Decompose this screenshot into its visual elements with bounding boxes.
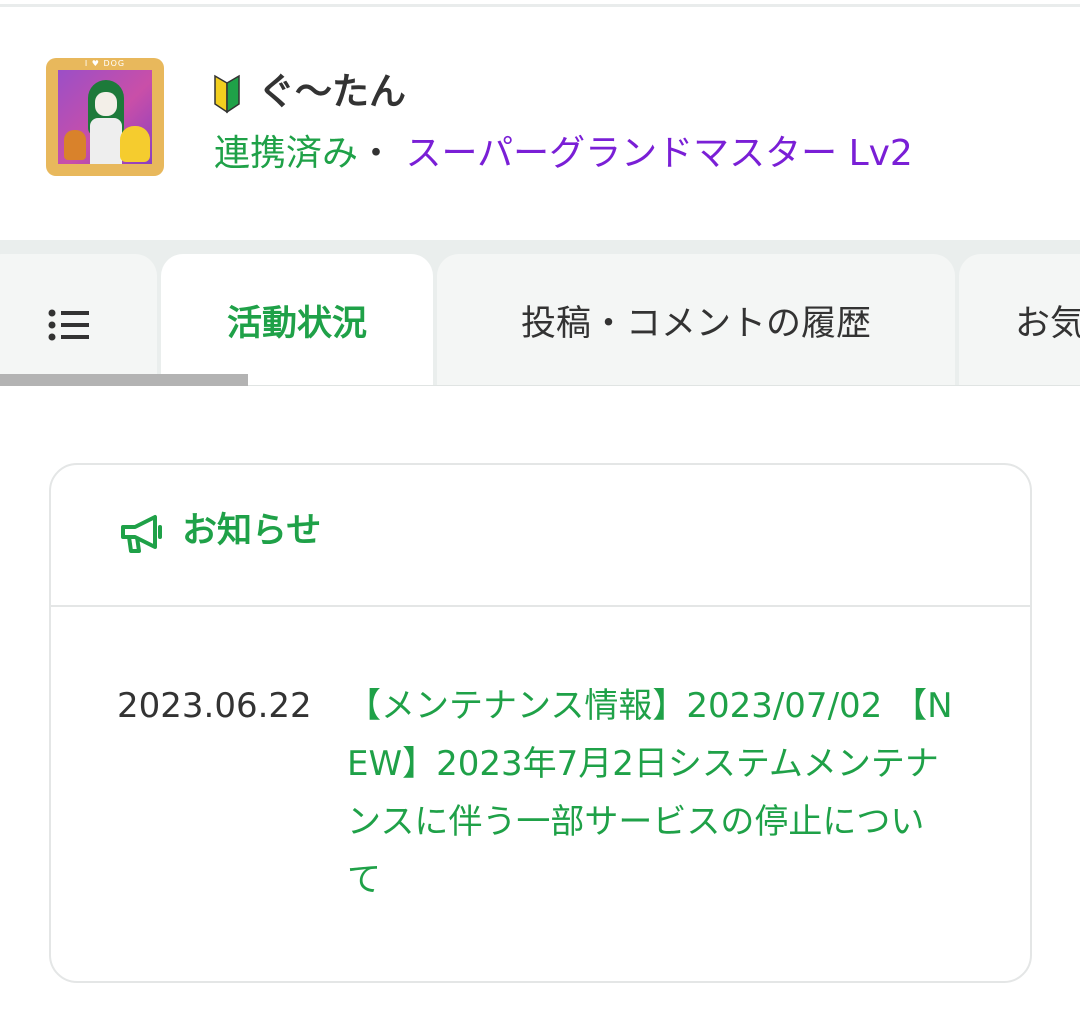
user-avatar[interactable]: I ♥ DOG [46, 58, 164, 176]
tab-post-comment-history[interactable]: 投稿・コメントの履歴 [437, 254, 955, 386]
notice-date: 2023.06.22 [117, 686, 312, 726]
notice-title: お知らせ [182, 511, 322, 551]
username: ぐ〜たん [258, 70, 406, 113]
tab-activity[interactable]: 活動状況 [161, 254, 433, 386]
profile-status: 連携済み・ スーパーグランドマスター Lv2 [214, 130, 913, 178]
user-rank[interactable]: スーパーグランドマスター Lv2 [405, 133, 912, 174]
megaphone-icon [121, 515, 162, 553]
beginner-mark-icon [214, 74, 240, 114]
notice-card-header: お知らせ [51, 465, 1030, 607]
tab-menu[interactable] [0, 254, 157, 386]
top-divider [0, 4, 1080, 7]
tab-scroll-indicator-fill [0, 374, 249, 386]
avatar-caption: I ♥ DOG [84, 59, 126, 68]
notice-link[interactable]: 【メンテナンス情報】2023/07/02 【NEW】2023年7月2日システムメ… [347, 677, 957, 909]
list-icon [48, 309, 89, 341]
tab-favorites[interactable]: お気 [959, 254, 1080, 386]
status-separator: ・ [358, 133, 395, 174]
linked-status: 連携済み [214, 133, 359, 174]
tab-scroll-indicator [0, 374, 249, 386]
notice-card: お知らせ 2023.06.22 【メンテナンス情報】2023/07/02 【NE… [49, 463, 1032, 983]
